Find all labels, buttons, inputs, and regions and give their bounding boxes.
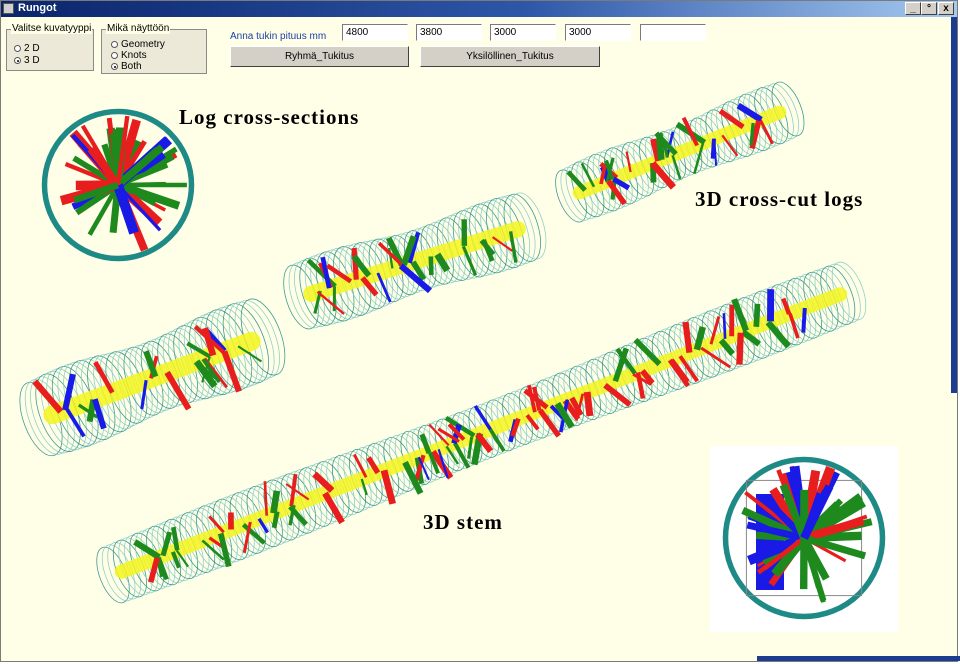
- log-length-input-5[interactable]: [640, 24, 706, 41]
- image-type-legend: Valitse kuvatyyppi: [11, 23, 93, 34]
- radio-geometry-label: Geometry: [121, 39, 165, 50]
- app-icon: [3, 3, 14, 14]
- log-length-input-4[interactable]: [565, 24, 631, 41]
- display-legend: Mikä näyttöön: [106, 23, 171, 34]
- stem-knot: [722, 313, 727, 339]
- radio-2d-indicator[interactable]: [14, 45, 21, 52]
- radio-geometry[interactable]: Geometry: [111, 39, 165, 50]
- log-left-knot: [86, 399, 97, 423]
- image-type-group: Valitse kuvatyyppi 2 D 3 D: [6, 23, 94, 71]
- log-length-input-2[interactable]: [416, 24, 482, 41]
- title-bar[interactable]: Rungot _ ° x: [1, 1, 957, 17]
- minimize-button[interactable]: _: [905, 2, 921, 15]
- stem-knot: [753, 303, 761, 327]
- log-left: [19, 298, 286, 457]
- single-bucking-button[interactable]: Yksilöllinen_Tukitus: [420, 46, 600, 67]
- close-button[interactable]: x: [938, 2, 954, 15]
- stem-knot: [270, 490, 281, 514]
- app-window: Rungot _ ° x Valitse kuvatyyppi 2 D 3 D …: [0, 0, 960, 662]
- radio-both-indicator[interactable]: [111, 63, 118, 70]
- stem-knot: [271, 511, 280, 529]
- log-top-right-knot: [749, 122, 755, 146]
- caption-cross-cut: 3D cross-cut logs: [695, 187, 864, 211]
- log-top-right-knot: [710, 138, 716, 159]
- radio-3d[interactable]: 3 D: [14, 55, 40, 66]
- log-length-input-1[interactable]: [342, 24, 408, 41]
- radio-knots-indicator[interactable]: [111, 52, 118, 59]
- radio-knots-label: Knots: [121, 50, 147, 61]
- radio-knots[interactable]: Knots: [111, 50, 147, 61]
- stem-knot: [736, 332, 744, 365]
- radio-geometry-indicator[interactable]: [111, 41, 118, 48]
- radio-2d[interactable]: 2 D: [14, 43, 40, 54]
- display-group: Mikä näyttöön Geometry Knots Both: [101, 23, 207, 74]
- stem-knot: [633, 337, 662, 367]
- radio-3d-indicator[interactable]: [14, 57, 21, 64]
- radio-3d-label: 3 D: [24, 55, 40, 66]
- cross-section-bottom-right: [710, 446, 898, 632]
- log-middle: [283, 192, 547, 330]
- caption-stem: 3D stem: [423, 510, 503, 534]
- cross-section-top-left: [41, 108, 195, 262]
- radio-2d-label: 2 D: [24, 43, 40, 54]
- stem-knot: [583, 391, 594, 417]
- window-title: Rungot: [18, 2, 57, 14]
- stem-knot: [263, 481, 268, 516]
- visualization-canvas: [19, 81, 898, 632]
- caption-cross-sections: Log cross-sections: [179, 105, 360, 129]
- log-top-right-knot: [655, 132, 665, 161]
- group-bucking-button[interactable]: Ryhmä_Tukitus: [230, 46, 409, 67]
- log-middle-knot: [351, 247, 359, 280]
- log-length-input-3[interactable]: [490, 24, 556, 41]
- maximize-button[interactable]: °: [921, 2, 937, 15]
- log-length-label: Anna tukin pituus mm: [230, 31, 327, 42]
- stem-knot: [801, 307, 807, 333]
- log-middle-knot: [428, 256, 434, 276]
- stem-knot: [682, 321, 693, 353]
